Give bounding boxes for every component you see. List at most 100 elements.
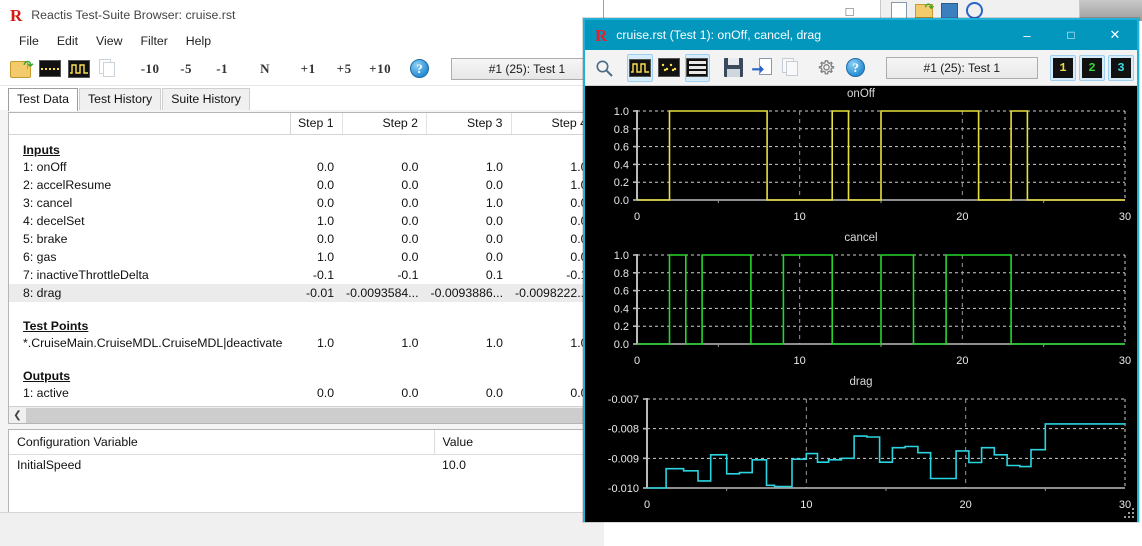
config-variable-name: InitialSpeed (17, 458, 82, 472)
coverage-icon (39, 60, 62, 77)
cell: -0.01 (290, 284, 343, 302)
signal-1-label: 1 (1053, 57, 1074, 78)
row-label: 2: accelResume (23, 178, 112, 192)
plot-test-selector[interactable]: #1 (25): Test 1 (885, 56, 1039, 79)
svg-text:0.8: 0.8 (614, 268, 629, 280)
scatter-view-button[interactable] (656, 54, 682, 82)
svg-text:-0.010: -0.010 (608, 483, 639, 495)
tab-suite-history[interactable]: Suite History (162, 88, 250, 110)
signal-number-buttons: 1 2 3 (1050, 54, 1137, 81)
maximize-button[interactable]: □ (1049, 20, 1093, 50)
cell: 0.0 (316, 232, 335, 246)
help-button[interactable]: ? (406, 55, 433, 83)
plot-window: R cruise.rst (Test 1): onOff, cancel, dr… (583, 18, 1139, 522)
row-label: 4: decelSet (23, 214, 85, 228)
open-folder-button[interactable]: ↷ (8, 55, 35, 83)
table-row[interactable]: 1: onOff 0.0 0.0 1.0 1.0 (9, 158, 596, 176)
svg-text:0.2: 0.2 (614, 177, 629, 189)
scrollbar-thumb[interactable] (26, 407, 596, 423)
export-button[interactable]: ➞ (749, 54, 775, 82)
grid-section-outputs: Outputs (9, 361, 596, 384)
plot-onOff[interactable]: onOff 0.0 0.2 0.4 0.6 0.8 1.0 0 10 20 30 (585, 86, 1137, 230)
scroll-left-icon[interactable]: ❮ (9, 406, 26, 423)
cell: 0.0 (485, 232, 504, 246)
grid-header-step-1[interactable]: Step 1 (290, 113, 343, 135)
step-back-10-button[interactable]: -10 (135, 56, 165, 82)
waveform-view-button[interactable] (627, 53, 653, 82)
save-button[interactable] (721, 54, 747, 82)
magnifier-icon (595, 59, 613, 77)
config-header-value: Value (434, 430, 596, 455)
copy-button[interactable] (778, 54, 804, 82)
tab-test-data[interactable]: Test Data (8, 88, 78, 111)
minimize-button[interactable]: – (1005, 20, 1049, 50)
step-back-5-button[interactable]: -5 (171, 56, 201, 82)
plot-drag[interactable]: drag -0.010 -0.009 -0.008 -0.007 0 10 20 30 (585, 374, 1137, 518)
table-row[interactable]: 7: inactiveThrottleDelta -0.1 -0.1 0.1 -… (9, 266, 596, 284)
waveform-button[interactable] (66, 55, 93, 83)
tab-test-history[interactable]: Test History (78, 88, 162, 110)
background-save-icon (941, 2, 958, 19)
status-bar (0, 512, 604, 546)
table-row-selected[interactable]: 8: drag -0.01 -0.0093584... -0.0093886..… (9, 284, 596, 302)
grid-header-row: Step 1 Step 2 Step 3 Step 4 (9, 113, 596, 135)
row-label: 7: inactiveThrottleDelta (23, 268, 149, 282)
step-forward-1-button[interactable]: +1 (293, 56, 323, 82)
svg-text:30: 30 (1119, 211, 1131, 223)
background-minimize-icon[interactable]: □ (846, 4, 854, 19)
menu-edit[interactable]: Edit (48, 32, 87, 50)
table-row[interactable]: 6: gas 1.0 0.0 0.0 0.0 (9, 248, 596, 266)
zoom-button[interactable] (591, 54, 617, 82)
table-row[interactable]: 5: brake 0.0 0.0 0.0 0.0 (9, 230, 596, 248)
cell: 0.0 (485, 250, 504, 264)
row-label: 6: gas (23, 250, 57, 264)
menu-file[interactable]: File (10, 32, 48, 50)
step-back-1-button[interactable]: -1 (207, 56, 237, 82)
menu-filter[interactable]: Filter (131, 32, 176, 50)
close-button[interactable]: ✕ (1093, 20, 1137, 50)
bars-view-button[interactable] (684, 53, 711, 82)
grid-section-test-points: Test Points (9, 311, 596, 334)
step-n-button[interactable]: N (250, 56, 280, 82)
table-row[interactable]: 3: cancel 0.0 0.0 1.0 0.0 (9, 194, 596, 212)
plot-title-bar: R cruise.rst (Test 1): onOff, cancel, dr… (585, 20, 1137, 50)
table-row[interactable]: *.CruiseMain.CruiseMDL.CruiseMDL|deactiv… (9, 334, 596, 352)
menu-view[interactable]: View (87, 32, 131, 50)
scatter-icon (657, 58, 680, 77)
signal-button-1[interactable]: 1 (1050, 54, 1077, 81)
row-label: 3: cancel (23, 196, 73, 210)
signal-button-2[interactable]: 2 (1079, 54, 1106, 81)
table-row[interactable]: 1: active 0.0 0.0 0.0 0.0 (9, 384, 596, 402)
row-label: *.CruiseMain.CruiseMDL.CruiseMDL|deactiv… (23, 336, 283, 350)
coverage-button[interactable] (37, 55, 64, 83)
plot-svg-drag: -0.010-0.009-0.008-0.0070 10 20 30 (608, 394, 1131, 511)
cell: 0.1 (485, 268, 504, 282)
grid-horizontal-scrollbar[interactable]: ❮ (9, 406, 596, 423)
grid-header-step-2[interactable]: Step 2 (342, 113, 428, 135)
svg-text:0.6: 0.6 (614, 142, 629, 154)
grid-header-label (9, 113, 291, 135)
test-data-grid: Step 1 Step 2 Step 3 Step 4 Inputs 1: on… (8, 112, 597, 424)
resize-grip[interactable] (1122, 506, 1134, 518)
section-label: Inputs (23, 143, 60, 157)
table-row[interactable]: 4: decelSet 1.0 0.0 0.0 0.0 (9, 212, 596, 230)
menu-help[interactable]: Help (177, 32, 220, 50)
plot-cancel[interactable]: cancel 0.0 0.2 0.4 0.6 0.8 1.0 0 10 20 30 (585, 230, 1137, 374)
plot-svg-cancel: 0.0 0.2 0.4 0.6 0.8 1.0 0 10 20 30 (614, 250, 1131, 367)
grid-spacer (9, 302, 596, 311)
grid-header-step-3[interactable]: Step 3 (426, 113, 512, 135)
help-button[interactable]: ? (843, 54, 869, 82)
report-button[interactable] (94, 55, 121, 83)
cell: 0.0 (401, 232, 419, 246)
step-forward-10-button[interactable]: +10 (365, 56, 395, 82)
config-row[interactable]: InitialSpeed 10.0 (9, 455, 596, 476)
signal-button-3[interactable]: 3 (1108, 54, 1135, 81)
svg-text:10: 10 (794, 211, 806, 223)
step-forward-5-button[interactable]: +5 (329, 56, 359, 82)
signal-2-label: 2 (1082, 57, 1103, 78)
test-selector[interactable]: #1 (25): Test 1 (450, 57, 603, 80)
svg-text:20: 20 (956, 355, 968, 367)
table-row[interactable]: 2: accelResume 0.0 0.0 0.0 1.0 (9, 176, 596, 194)
svg-text:0: 0 (634, 355, 640, 367)
settings-button[interactable] (814, 54, 840, 82)
